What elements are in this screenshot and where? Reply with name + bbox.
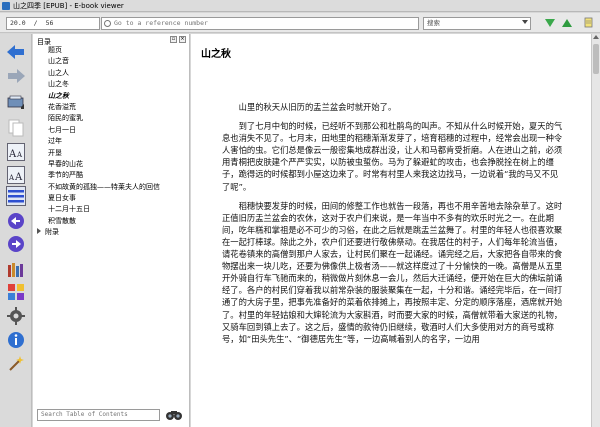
font-size-smaller-icon: AA (7, 166, 25, 184)
open-ebook-icon (7, 95, 24, 109)
search-field[interactable]: 搜索 (423, 17, 531, 30)
font-larger-button[interactable]: AA (6, 142, 26, 162)
position-total: 56 (45, 19, 54, 27)
info-icon (8, 332, 24, 348)
previous-page-button[interactable] (6, 211, 26, 231)
previous-circle-icon (8, 213, 24, 229)
gear-icon (7, 307, 25, 325)
reference-mode-button[interactable] (6, 260, 26, 280)
preferences-button[interactable] (6, 306, 26, 326)
copy-button[interactable] (6, 118, 26, 138)
toc-close-icon[interactable]: × (179, 36, 186, 43)
toc-item[interactable]: 早春的山花 (33, 159, 190, 170)
vertical-scrollbar[interactable] (591, 34, 600, 427)
toc-item-current[interactable]: 山之秋 (33, 91, 190, 102)
scroll-thumb[interactable] (593, 44, 599, 74)
toc-window-controls: ▫ × (170, 36, 186, 43)
print-button[interactable] (6, 354, 26, 374)
position-current: 20.0 (10, 19, 26, 27)
window-title: 山之四季 [EPUB] - E-book viewer (13, 1, 124, 10)
highlighter-icon[interactable] (583, 17, 595, 29)
copy-icon (8, 119, 24, 137)
toc-item[interactable]: 山之冬 (33, 79, 190, 90)
magic-wand-icon (9, 356, 24, 371)
metadata-button[interactable] (6, 330, 26, 350)
binoculars-icon[interactable] (165, 407, 183, 421)
left-toolbar: AA AA (0, 34, 32, 427)
scroll-up-icon[interactable] (593, 35, 599, 39)
paragraph: 稻穗快要发芽的时候，田间的修整工作也就告一段落，再也不用辛苦地去除杂草了。这时正… (222, 200, 563, 344)
font-smaller-button[interactable]: AA (6, 165, 26, 185)
svg-text:A: A (16, 151, 23, 159)
theme-button[interactable] (6, 282, 26, 302)
toc-item[interactable]: 过年 (33, 136, 190, 147)
paragraph: 山里的秋天从旧历的盂兰盆会时就开始了。 (238, 102, 397, 112)
back-arrow-icon (7, 45, 24, 59)
position-field[interactable]: 20.0 / 56 (6, 17, 100, 30)
toc-item[interactable]: 山之音 (33, 56, 190, 67)
toc-item[interactable]: 不如故黄的孤独——特莱夫人的回信 (33, 182, 190, 193)
toc-item-label: 附录 (45, 228, 59, 237)
toc-item[interactable]: 陌民的蜜乳 (33, 113, 190, 124)
toc-item[interactable]: 花香溢荒 (33, 102, 190, 113)
title-bar: 山之四季 [EPUB] - E-book viewer (0, 0, 600, 12)
toc-panel: 目录 ▫ × 题页 山之音 山之人 山之冬 山之秋 花香溢荒 陌民的蜜乳 七月一… (33, 34, 190, 427)
toc-toggle-button[interactable] (6, 186, 26, 206)
next-circle-icon (8, 236, 24, 252)
forward-arrow-icon (8, 69, 25, 83)
toc-item[interactable]: 题页 (33, 45, 190, 56)
forward-button[interactable] (6, 66, 26, 86)
toc-search-input[interactable] (41, 410, 159, 420)
toc-item[interactable]: 积雪散散 (33, 216, 190, 227)
toc-item[interactable]: 七月一日 (33, 125, 190, 136)
svg-text:A: A (8, 149, 17, 160)
svg-text:A: A (8, 174, 15, 182)
back-button[interactable] (6, 42, 26, 62)
toc-search-field[interactable] (37, 409, 160, 421)
reference-field[interactable] (101, 17, 419, 30)
find-next-icon[interactable] (545, 19, 555, 27)
library-books-icon (8, 263, 23, 277)
open-book-button[interactable] (6, 92, 26, 112)
svg-text:A: A (14, 172, 23, 183)
app-icon (2, 1, 10, 10)
position-separator: / (33, 19, 38, 27)
toc-item-appendix[interactable]: 附录 (33, 227, 190, 238)
go-reference-icon (104, 20, 111, 27)
expand-arrow-icon[interactable] (37, 228, 41, 235)
reference-input[interactable] (114, 18, 418, 29)
paragraph: 到了七月中旬的时候，已经听不到那公和杜鹃鸟的叫声。不知从什么时候开始，夏天的气息… (222, 121, 563, 192)
chapter-title: 山之秋 (201, 49, 231, 60)
toc-item[interactable]: 开垦 (33, 148, 190, 159)
top-toolbar: 20.0 / 56 搜索 (0, 13, 600, 33)
toc-float-icon[interactable]: ▫ (170, 36, 177, 43)
toc-item[interactable]: 十二月十五日 (33, 204, 190, 215)
font-size-larger-icon: AA (7, 143, 25, 161)
table-of-contents-icon (6, 186, 26, 206)
toc-list: 题页 山之音 山之人 山之冬 山之秋 花香溢荒 陌民的蜜乳 七月一日 过年 开垦… (33, 45, 190, 239)
toc-item[interactable]: 季节的严酷 (33, 170, 190, 181)
color-palette-icon (8, 284, 24, 300)
search-dropdown-icon[interactable] (522, 20, 528, 24)
next-page-button[interactable] (6, 234, 26, 254)
find-previous-icon[interactable] (562, 19, 572, 27)
toc-item[interactable]: 山之人 (33, 68, 190, 79)
reading-area[interactable]: 山之秋 山里的秋天从旧历的盂兰盆会时就开始了。 到了七月中旬的时候，已经听不到那… (191, 34, 591, 427)
toc-item[interactable]: 夏日女事 (33, 193, 190, 204)
book-content: 山里的秋天从旧历的盂兰盆会时就开始了。 到了七月中旬的时候，已经听不到那公和杜鹃… (222, 101, 566, 352)
search-value: 搜索 (427, 19, 440, 27)
